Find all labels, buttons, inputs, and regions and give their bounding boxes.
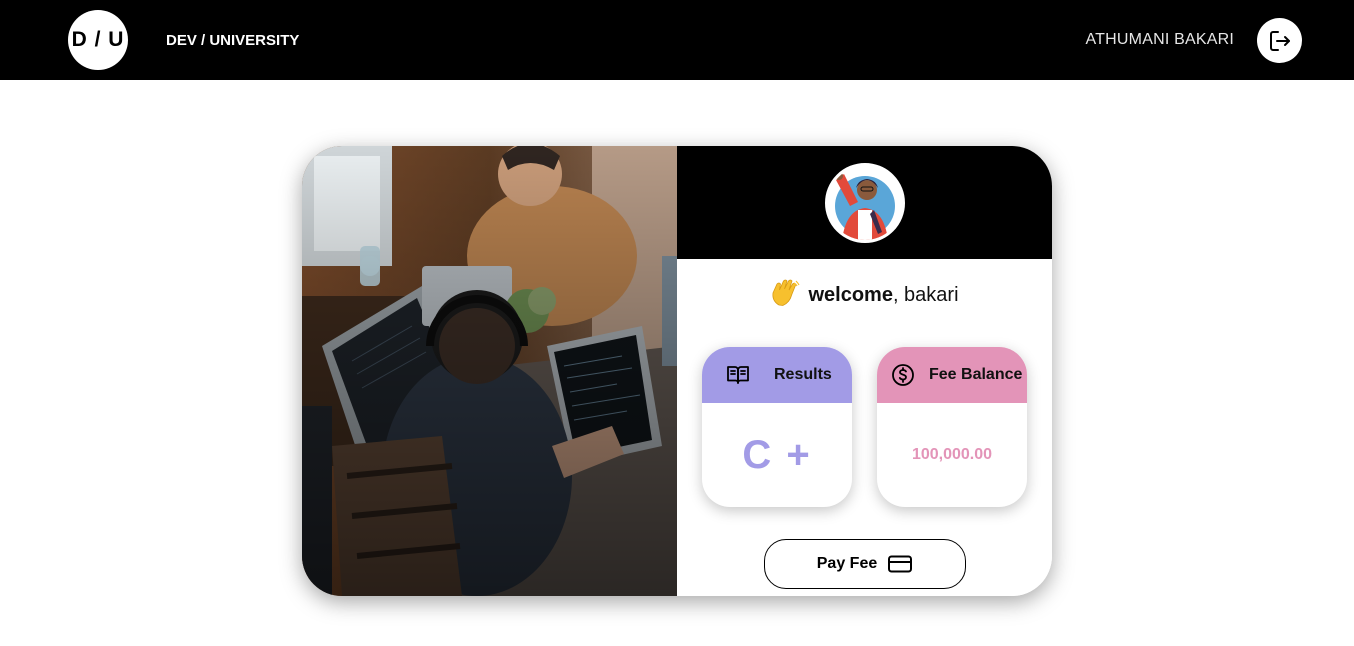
- brand-name: DEV / UNIVERSITY: [166, 32, 300, 49]
- results-grade: C +: [742, 432, 812, 477]
- waving-hand-icon: [770, 279, 800, 307]
- fee-balance-card-body: 100,000.00: [877, 403, 1027, 507]
- students-coding-photo: [302, 146, 677, 596]
- pay-fee-button[interactable]: Pay Fee: [764, 539, 966, 589]
- welcome-name: , bakari: [892, 284, 959, 306]
- welcome-message: welcome, bakari: [677, 279, 1052, 307]
- logout-button[interactable]: [1257, 18, 1302, 63]
- top-navbar: D / U DEV / UNIVERSITY ATHUMANI BAKARI: [0, 0, 1354, 80]
- results-card[interactable]: Results C +: [702, 347, 852, 507]
- logo[interactable]: D / U: [68, 10, 128, 70]
- logout-icon: [1269, 30, 1290, 51]
- pay-fee-label: Pay Fee: [816, 555, 878, 572]
- fee-balance-label: Fee Balance: [929, 366, 1023, 383]
- profile-header: [677, 146, 1052, 259]
- fee-balance-amount: 100,000.00: [911, 446, 993, 463]
- dashboard-card: welcome, bakari Results C + Fee Balance …: [302, 146, 1052, 596]
- welcome-greeting: welcome: [808, 284, 893, 306]
- results-card-header: Results: [702, 347, 852, 403]
- fee-balance-card-header: Fee Balance: [877, 347, 1027, 403]
- fee-balance-card[interactable]: Fee Balance 100,000.00: [877, 347, 1027, 507]
- credit-card-icon: [887, 554, 913, 574]
- results-card-body: C +: [702, 403, 852, 507]
- profile-panel: welcome, bakari Results C + Fee Balance …: [677, 146, 1052, 596]
- avatar: [825, 163, 905, 243]
- dollar-circle-icon: [891, 363, 915, 387]
- user-name: ATHUMANI BAKARI: [1085, 31, 1234, 48]
- open-book-icon: [726, 363, 750, 387]
- results-label: Results: [774, 366, 832, 383]
